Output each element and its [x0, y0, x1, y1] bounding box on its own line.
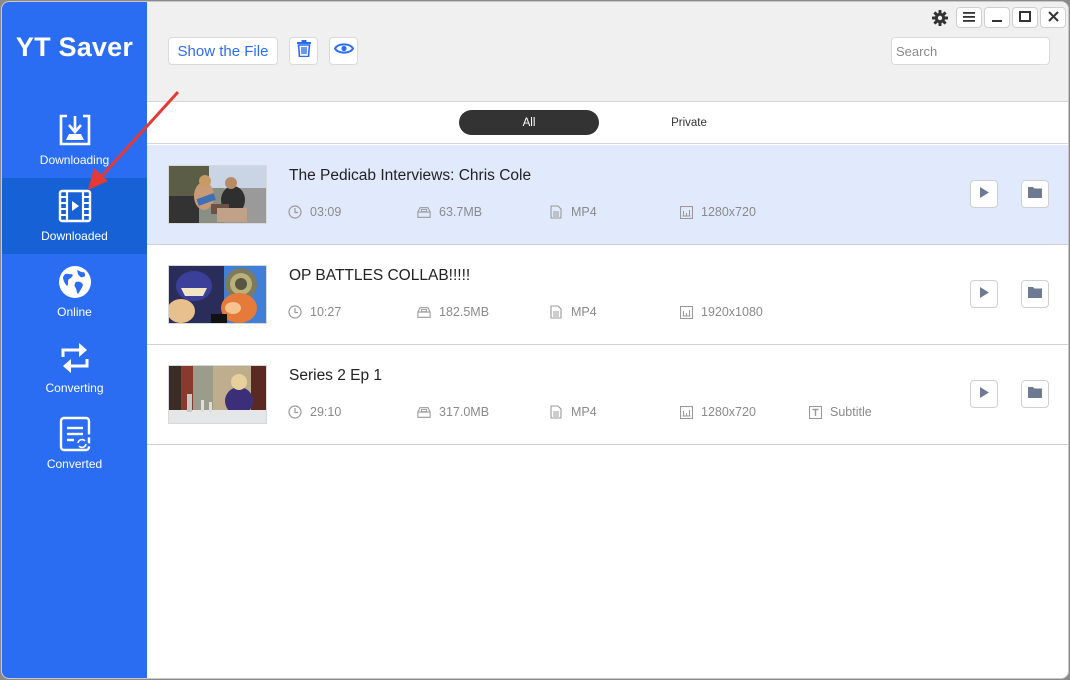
resolution-value: 1280x720 [701, 405, 756, 419]
app-window: YT Saver Downloading Downloaded Online C… [1, 1, 1069, 679]
duration: 03:09 [288, 205, 341, 219]
app-logo-title: YT Saver [15, 32, 134, 62]
file-format-icon [549, 305, 563, 319]
resolution: 1280x720 [679, 205, 756, 219]
maximize-button[interactable] [1012, 7, 1038, 28]
subtitle-value: Subtitle [830, 405, 872, 419]
size-value: 63.7MB [439, 205, 483, 219]
film-play-icon [57, 188, 93, 224]
minimize-button[interactable] [984, 7, 1010, 28]
play-button[interactable] [970, 280, 998, 308]
video-thumbnail [168, 265, 267, 324]
sidebar-item-label: Downloaded [41, 229, 108, 243]
clock-icon [288, 205, 302, 219]
file-size: 317.0MB [417, 405, 489, 419]
resolution-icon [679, 305, 693, 319]
maximize-icon [1019, 9, 1031, 27]
folder-icon [1028, 285, 1042, 303]
size-value: 317.0MB [439, 405, 490, 419]
globe-icon [57, 264, 93, 300]
list-item[interactable]: The Pedicab Interviews: Chris Cole 03:09… [147, 145, 1068, 245]
clock-icon [288, 405, 302, 419]
sidebar-item-label: Converting [45, 381, 104, 395]
format-value: MP4 [571, 305, 597, 319]
sidebar: YT Saver Downloading Downloaded Online C… [2, 2, 147, 678]
video-thumbnail [168, 165, 267, 224]
storage-icon [417, 305, 431, 319]
play-button[interactable] [970, 380, 998, 408]
resolution-value: 1280x720 [701, 205, 756, 219]
delete-button[interactable] [289, 37, 318, 65]
hamburger-icon [963, 9, 975, 27]
file-size: 63.7MB [417, 205, 482, 219]
open-folder-button[interactable] [1021, 380, 1049, 408]
list-item[interactable]: Series 2 Ep 1 29:10 317.0MB MP4 1280x720… [147, 345, 1068, 445]
menu-button[interactable] [956, 7, 982, 28]
close-button[interactable] [1040, 7, 1066, 28]
format-value: MP4 [571, 405, 597, 419]
download-tray-icon [57, 112, 93, 148]
folder-icon [1028, 385, 1042, 403]
view-button[interactable] [329, 37, 358, 65]
resolution-icon [679, 405, 693, 419]
folder-icon [1028, 185, 1042, 203]
video-thumbnail [168, 365, 267, 424]
video-title: OP BATTLES COLLAB!!!!! [289, 267, 471, 284]
downloaded-list: The Pedicab Interviews: Chris Cole 03:09… [147, 145, 1068, 445]
sidebar-item-label: Downloading [39, 153, 110, 167]
window-controls [930, 7, 1068, 28]
format: MP4 [549, 205, 597, 219]
storage-icon [417, 405, 431, 419]
gear-icon[interactable] [930, 8, 950, 28]
close-icon [1047, 9, 1059, 27]
duration-value: 10:27 [310, 305, 342, 319]
subtitle: Subtitle [808, 405, 872, 419]
sidebar-item-downloaded[interactable]: Downloaded [2, 178, 147, 254]
show-the-file-button[interactable]: Show the File [168, 37, 278, 65]
file-format-icon [549, 205, 563, 219]
convert-arrows-icon [57, 340, 93, 376]
play-icon [979, 385, 989, 403]
sidebar-item-converting[interactable]: Converting [2, 330, 147, 406]
resolution: 1280x720 [679, 405, 756, 419]
format: MP4 [549, 405, 597, 419]
search-input[interactable] [891, 37, 1050, 65]
sidebar-item-downloading[interactable]: Downloading [2, 102, 147, 178]
format-value: MP4 [571, 205, 597, 219]
storage-icon [417, 205, 431, 219]
subtitle-icon [808, 405, 822, 419]
format: MP4 [549, 305, 597, 319]
open-folder-button[interactable] [1021, 280, 1049, 308]
duration-value: 29:10 [310, 405, 342, 419]
file-format-icon [549, 405, 563, 419]
duration: 10:27 [288, 305, 341, 319]
resolution: 1920x1080 [679, 305, 763, 319]
play-icon [979, 285, 989, 303]
filter-tabs: All Private [147, 102, 1068, 144]
sidebar-item-converted[interactable]: Converted [2, 406, 147, 482]
trash-icon [296, 40, 312, 62]
size-value: 182.5MB [439, 305, 490, 319]
sidebar-item-online[interactable]: Online [2, 254, 147, 330]
sidebar-item-label: Converted [46, 457, 103, 471]
tab-private[interactable]: Private [619, 110, 759, 135]
resolution-value: 1920x1080 [701, 305, 763, 319]
converted-doc-icon [57, 416, 93, 452]
list-item[interactable]: OP BATTLES COLLAB!!!!! 10:27 182.5MB MP4… [147, 245, 1068, 345]
play-button[interactable] [970, 180, 998, 208]
clock-icon [288, 305, 302, 319]
open-folder-button[interactable] [1021, 180, 1049, 208]
video-title: The Pedicab Interviews: Chris Cole [289, 167, 532, 184]
file-size: 182.5MB [417, 305, 489, 319]
resolution-icon [679, 205, 693, 219]
video-title: Series 2 Ep 1 [289, 367, 383, 384]
eye-icon [333, 42, 354, 60]
duration: 29:10 [288, 405, 341, 419]
play-icon [979, 185, 989, 203]
tab-all[interactable]: All [459, 110, 599, 135]
toolbar: Show the File [147, 2, 1068, 102]
sidebar-item-label: Online [57, 305, 92, 319]
minimize-icon [991, 9, 1003, 27]
duration-value: 03:09 [310, 205, 342, 219]
